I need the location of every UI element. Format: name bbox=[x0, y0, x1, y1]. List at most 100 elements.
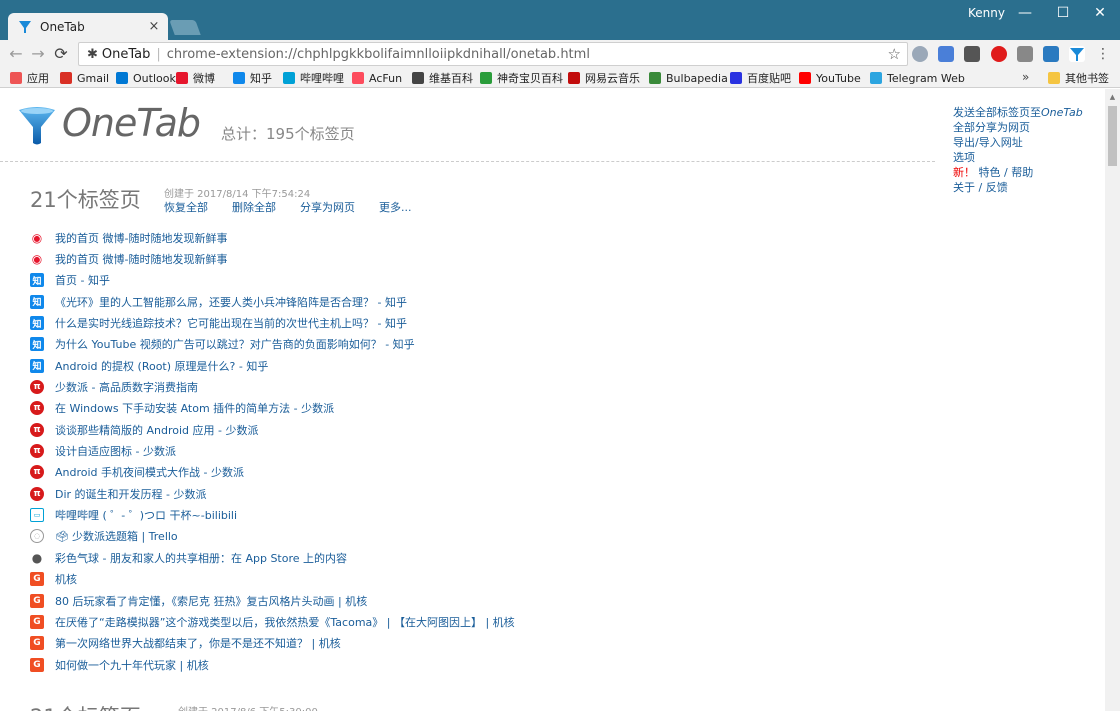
send-all-link[interactable]: 发送全部标签页至OneTab bbox=[953, 105, 1103, 120]
bookmark-item[interactable]: YouTube bbox=[799, 70, 861, 86]
tab-link[interactable]: ◉ 我的首页 微博-随时随地发现新鲜事 bbox=[30, 248, 930, 269]
tab-link-title: 我的首页 微博-随时随地发现新鲜事 bbox=[55, 253, 228, 267]
gcores-icon: G bbox=[30, 572, 44, 587]
export-import-link[interactable]: 导出/导入网址 bbox=[953, 135, 1103, 150]
tab-link[interactable]: π 在 Windows 下手动安装 Atom 插件的简单方法 - 少数派 bbox=[30, 398, 930, 419]
chrome-menu-icon[interactable]: ⋮ bbox=[1096, 46, 1110, 62]
scroll-thumb[interactable] bbox=[1108, 106, 1117, 166]
reload-button[interactable]: ⟳ bbox=[51, 44, 71, 64]
bookmark-item[interactable]: 哔哩哔哩 bbox=[283, 70, 344, 86]
tab-link[interactable]: G 机核 bbox=[30, 569, 930, 590]
tab-close-icon[interactable]: × bbox=[146, 19, 162, 34]
weibo-icon bbox=[176, 72, 188, 84]
tab-link[interactable]: 知《光环》里的人工智能那么屌，还要人类小兵冲锋陷阵是否合理？ - 知乎 bbox=[30, 291, 930, 312]
about-feedback-link[interactable]: 关于 / 反馈 bbox=[953, 180, 1103, 195]
apple-icon: ● bbox=[30, 550, 44, 565]
tab-link[interactable]: π Android 手机夜间模式大作战 - 少数派 bbox=[30, 462, 930, 483]
forward-button[interactable]: → bbox=[28, 44, 48, 64]
more-link[interactable]: 更多... bbox=[379, 199, 412, 215]
tab-link-title: 谈谈那些精简版的 Android 应用 - 少数派 bbox=[55, 423, 259, 437]
bookmark-item[interactable]: Bulbapedia bbox=[649, 70, 728, 86]
tab-link-title: 第一次网络世界大战都结束了，你是不是还不知道？ | 机核 bbox=[55, 637, 341, 651]
tab-link[interactable]: G 80 后玩家看了肯定懂，《索尼克 狂热》复古风格片头动画 | 机核 bbox=[30, 590, 930, 611]
onetab-extension-icon[interactable] bbox=[1069, 46, 1085, 62]
restore-all-link[interactable]: 恢复全部 bbox=[164, 199, 208, 215]
options-link[interactable]: 选项 bbox=[953, 150, 1103, 165]
bookmark-label: 维基百科 bbox=[429, 72, 473, 85]
bookmark-label: 哔哩哔哩 bbox=[300, 72, 344, 85]
bookmark-item[interactable]: Telegram Web bbox=[870, 70, 965, 86]
bookmark-item[interactable]: 知乎 bbox=[233, 70, 272, 86]
bookmark-item[interactable]: 应用 bbox=[10, 70, 49, 86]
weibo-icon: ◉ bbox=[30, 252, 44, 267]
address-url[interactable]: chrome-extension://chphlpgkkbolifaimnllo… bbox=[167, 47, 888, 62]
delete-all-link[interactable]: 删除全部 bbox=[232, 199, 276, 215]
extension-5-icon[interactable] bbox=[1017, 46, 1033, 62]
tab-link[interactable]: π 少数派 - 高品质数字消费指南 bbox=[30, 376, 930, 397]
profile-name[interactable]: Kenny bbox=[968, 6, 1005, 20]
tab-link-title: 彩色气球 - 朋友和家人的共享相册：在 App Store 上的内容 bbox=[55, 551, 348, 565]
netease-music-icon bbox=[568, 72, 580, 84]
bilibili-icon: ▭ bbox=[30, 508, 44, 523]
browser-tab[interactable]: OneTab × bbox=[8, 13, 168, 40]
bookmark-item[interactable]: 网易云音乐 bbox=[568, 70, 640, 86]
bookmark-other[interactable]: 其他书签 bbox=[1048, 70, 1109, 86]
total-tab-count: 总计：195个标签页 bbox=[221, 125, 355, 143]
extension-6-icon[interactable] bbox=[1043, 46, 1059, 62]
bookmark-label: AcFun bbox=[369, 71, 403, 85]
new-tab-button[interactable] bbox=[169, 20, 201, 35]
sidebar-menu: 发送全部标签页至OneTab 全部分享为网页 导出/导入网址 选项 新！ 特色 … bbox=[953, 105, 1103, 195]
tab-link[interactable]: ● 彩色气球 - 朋友和家人的共享相册：在 App Store 上的内容 bbox=[30, 547, 930, 568]
tab-link-title: 设计自适应图标 - 少数派 bbox=[55, 445, 176, 459]
page-scrollbar[interactable]: ▲ bbox=[1105, 89, 1120, 711]
tab-link[interactable]: G 第一次网络世界大战都结束了，你是不是还不知道？ | 机核 bbox=[30, 633, 930, 654]
tab-link[interactable]: ◉ 我的首页 微博-随时随地发现新鲜事 bbox=[30, 227, 930, 248]
bookmark-item[interactable]: 维基百科 bbox=[412, 70, 473, 86]
pokemon-icon bbox=[480, 72, 492, 84]
bookmark-item[interactable]: 神奇宝贝百科 bbox=[480, 70, 563, 86]
group-created-date: 创建于 2017/8/14 下午7:54:24 bbox=[164, 189, 311, 200]
back-button[interactable]: ← bbox=[6, 44, 26, 64]
telegram-icon bbox=[870, 72, 882, 84]
translate-extension-icon[interactable] bbox=[938, 46, 954, 62]
share-as-web-link[interactable]: 分享为网页 bbox=[300, 199, 355, 215]
zhihu-icon: 知 bbox=[30, 337, 44, 352]
tab-link[interactable]: 知 Android 的提权 (Root) 原理是什么? - 知乎 bbox=[30, 355, 930, 376]
tab-link[interactable]: π Dir 的诞生和开发历程 - 少数派 bbox=[30, 483, 930, 504]
bookmark-item[interactable]: 百度贴吧 bbox=[730, 70, 791, 86]
tab-link[interactable]: 知首页 - 知乎 bbox=[30, 270, 930, 291]
maximize-button[interactable]: ☐ bbox=[1043, 2, 1083, 24]
opera-extension-icon[interactable] bbox=[991, 46, 1007, 62]
bookmarks-overflow-icon[interactable]: » bbox=[1022, 70, 1029, 84]
bookmark-item[interactable]: Gmail bbox=[60, 70, 109, 86]
address-bar[interactable]: ✱ OneTab | chrome-extension://chphlpgkkb… bbox=[78, 42, 908, 66]
bookmark-star-icon[interactable]: ☆ bbox=[888, 45, 901, 63]
minimize-button[interactable]: — bbox=[1005, 2, 1045, 24]
bookmark-label: Telegram Web bbox=[887, 71, 965, 85]
gcores-icon: G bbox=[30, 657, 44, 672]
share-all-link[interactable]: 全部分享为网页 bbox=[953, 120, 1103, 135]
bookmark-item[interactable]: 微博 bbox=[176, 70, 215, 86]
scroll-up-arrow-icon[interactable]: ▲ bbox=[1108, 93, 1117, 101]
tab-link-title: 80 后玩家看了肯定懂，《索尼克 狂热》复古风格片头动画 | 机核 bbox=[55, 594, 368, 608]
tab-link[interactable]: ▭ 哔哩哔哩 ( ゜- ゜)つロ 干杯~-bilibili bbox=[30, 504, 930, 525]
close-window-button[interactable]: ✕ bbox=[1080, 2, 1120, 24]
pocket-extension-icon[interactable] bbox=[964, 46, 980, 62]
bookmark-item[interactable]: AcFun bbox=[352, 70, 402, 86]
tab-link[interactable]: 知什么是实时光线追踪技术？它可能出现在当前的次世代主机上吗？ - 知乎 bbox=[30, 312, 930, 333]
tab-link-title: 机核 bbox=[55, 573, 77, 587]
tab-link-title: 首页 - 知乎 bbox=[55, 274, 110, 288]
tab-link[interactable]: π 设计自适应图标 - 少数派 bbox=[30, 440, 930, 461]
tab-link[interactable]: 知为什么 YouTube 视频的广告可以跳过？对广告商的负面影响如何？ - 知乎 bbox=[30, 334, 930, 355]
bookmarks-bar: 应用 Gmail Outlook 微博 知乎 哔哩哔哩 AcFun 维基百科 神奇宝贝百科 网易云… bbox=[0, 68, 1120, 88]
extension-1-icon[interactable] bbox=[912, 46, 928, 62]
tab-link-title: 《光环》里的人工智能那么屌，还要人类小兵冲锋陷阵是否合理？ - 知乎 bbox=[55, 295, 407, 309]
tab-link[interactable]: π 谈谈那些精简版的 Android 应用 - 少数派 bbox=[30, 419, 930, 440]
tab-link[interactable]: G 如何做一个九十年代玩家 | 机核 bbox=[30, 654, 930, 675]
gcores-icon: G bbox=[30, 614, 44, 629]
tab-link[interactable]: G 在厌倦了“走路模拟器”这个游戏类型以后，我依然热爱《Tacoma》 | 【在大… bbox=[30, 611, 930, 632]
features-help-link[interactable]: 新！ 特色 / 帮助 bbox=[953, 165, 1103, 180]
tab-link-title: 我的首页 微博-随时随地发现新鲜事 bbox=[55, 231, 228, 245]
bookmark-item[interactable]: Outlook bbox=[116, 70, 176, 86]
tab-link[interactable]: ◌ 🗳 少数派选题箱 | Trello bbox=[30, 526, 930, 547]
